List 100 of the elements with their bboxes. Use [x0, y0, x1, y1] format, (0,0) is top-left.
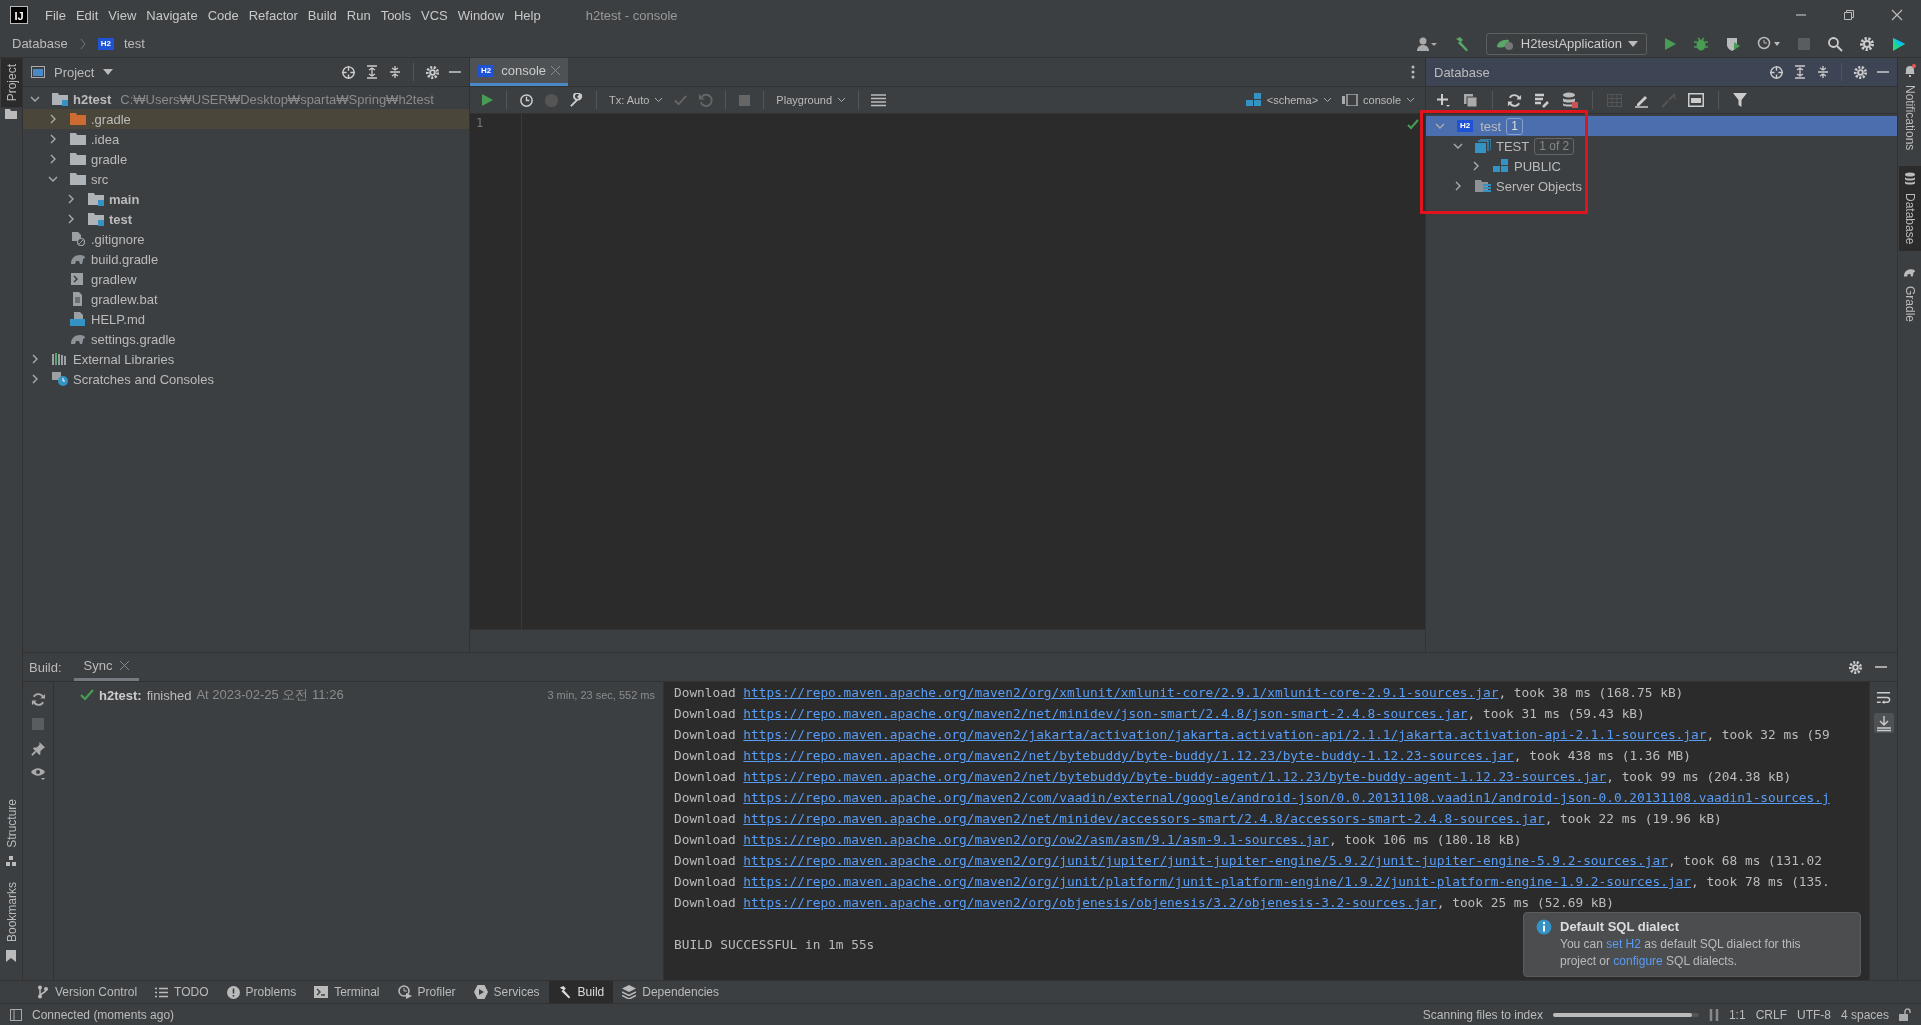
- shield-icon[interactable]: [1725, 35, 1741, 52]
- tool-window-tab[interactable]: TODO: [146, 981, 218, 1003]
- editor-tab[interactable]: H2 console: [470, 58, 569, 86]
- close-icon[interactable]: [1891, 9, 1903, 21]
- download-link[interactable]: https://repo.maven.apache.org/maven2/com/vaadin/external/google/android-json/0.0.20131108.vaadin1/android-json-0.0.20131108.vaadin1-sources.j: [743, 790, 1830, 805]
- tool-window-tab[interactable]: Dependencies: [613, 981, 728, 1003]
- panel-toggle-icon[interactable]: [10, 1008, 22, 1021]
- tree-row[interactable]: gradle: [23, 149, 469, 169]
- download-link[interactable]: https://repo.maven.apache.org/maven2/org/objenesis/objenesis/3.2/objenesis-3.2-sources.jar: [743, 895, 1437, 910]
- indent-setting[interactable]: 4 spaces: [1840, 1007, 1889, 1022]
- tool-window-tab[interactable]: Database: [1898, 166, 1921, 251]
- database-icon[interactable]: [1562, 92, 1578, 108]
- pause-icon[interactable]: [1708, 1008, 1719, 1021]
- tree-row[interactable]: build.gradle: [23, 249, 469, 269]
- tool-window-tab[interactable]: Project: [0, 58, 22, 108]
- tree-row[interactable]: gradlew.bat: [23, 289, 469, 309]
- tool-window-tab[interactable]: Gradle: [1898, 260, 1921, 328]
- tree-row[interactable]: .gitignore: [23, 229, 469, 249]
- filter-icon[interactable]: [1733, 93, 1747, 107]
- menu-item[interactable]: Navigate: [141, 3, 203, 27]
- crosshair-icon[interactable]: [341, 64, 356, 80]
- tree-row[interactable]: gradlew: [23, 269, 469, 289]
- caret-position[interactable]: 1:1: [1728, 1007, 1746, 1022]
- menu-item[interactable]: Edit: [70, 3, 104, 27]
- table-icon[interactable]: [871, 93, 886, 107]
- tree-row[interactable]: h2test C:₩Users₩USER₩Desktop₩sparta₩Spring₩h2test: [23, 89, 469, 109]
- settings-icon[interactable]: [425, 64, 440, 80]
- menu-item[interactable]: Run: [341, 3, 376, 27]
- schema-dropdown[interactable]: <schema>: [1245, 93, 1333, 107]
- panel-tab[interactable]: Sync: [73, 653, 140, 681]
- tree-row[interactable]: src: [23, 169, 469, 189]
- notification-link[interactable]: set H2: [1606, 937, 1641, 951]
- tree-row[interactable]: .idea: [23, 129, 469, 149]
- search-icon[interactable]: [1827, 35, 1843, 52]
- download-link[interactable]: https://repo.maven.apache.org/maven2/org/xmlunit/xmlunit-core/2.9.1/xmlunit-core-2.9.1-sources.jar: [743, 685, 1499, 700]
- tool-window-tab[interactable]: Structure: [0, 793, 22, 854]
- collapse-all-icon[interactable]: [388, 65, 402, 79]
- profiler-icon[interactable]: [1757, 35, 1781, 52]
- bug-icon[interactable]: [1693, 35, 1709, 52]
- tree-row[interactable]: .gradle: [23, 109, 469, 129]
- download-link[interactable]: https://repo.maven.apache.org/maven2/org/junit/platform/junit-platform-engine/1.9.2/junit-platform-engine-1.9.2-sources.jar: [743, 874, 1691, 889]
- tree-row[interactable]: HELP.md: [23, 309, 469, 329]
- download-link[interactable]: https://repo.maven.apache.org/maven2/net/bytebuddy/byte-buddy/1.12.23/byte-buddy-1.12.23-sources.jar: [743, 748, 1514, 763]
- download-link[interactable]: https://repo.maven.apache.org/maven2/net/bytebuddy/byte-buddy-agent/1.12.23/byte-buddy-agent-1.12.23-sources.jar: [743, 769, 1607, 784]
- menu-item[interactable]: Help: [508, 3, 546, 27]
- tree-row[interactable]: main: [23, 189, 469, 209]
- line-separator[interactable]: CRLF: [1755, 1007, 1787, 1022]
- scroll-to-end-icon[interactable]: [1873, 713, 1894, 733]
- expand-all-icon[interactable]: [1793, 65, 1807, 79]
- tool-window-tab[interactable]: Notifications: [1898, 58, 1921, 157]
- close-icon[interactable]: [120, 661, 130, 670]
- soft-wrap-icon[interactable]: [1876, 690, 1891, 705]
- run-icon[interactable]: [480, 93, 494, 107]
- breadcrumb-item[interactable]: Database: [12, 36, 68, 51]
- refresh-icon[interactable]: [30, 692, 46, 707]
- user-icon[interactable]: [1415, 35, 1438, 52]
- unlock-icon[interactable]: [1899, 1008, 1911, 1021]
- caret-icon[interactable]: [103, 69, 114, 75]
- menu-item[interactable]: Refactor: [243, 3, 303, 27]
- transaction-mode-dropdown[interactable]: Tx: Auto: [609, 94, 664, 106]
- tree-row[interactable]: test: [23, 209, 469, 229]
- refresh-icon[interactable]: [1507, 92, 1522, 108]
- tree-row[interactable]: Server Objects: [1426, 176, 1897, 196]
- menu-item[interactable]: Tools: [375, 3, 416, 27]
- run-icon[interactable]: [1663, 36, 1677, 51]
- database-settings-icon[interactable]: [1534, 92, 1550, 108]
- expand-all-icon[interactable]: [365, 65, 379, 79]
- restore-icon[interactable]: [1843, 9, 1855, 21]
- tree-row[interactable]: Scratches and Consoles: [23, 369, 469, 389]
- breadcrumb-item[interactable]: test: [123, 36, 145, 51]
- check-icon[interactable]: [673, 92, 689, 108]
- tool-window-tab[interactable]: Terminal: [305, 981, 389, 1003]
- tree-row[interactable]: TEST 1 of 2: [1426, 136, 1897, 156]
- crosshair-icon[interactable]: [1769, 64, 1784, 80]
- notification-link[interactable]: configure: [1613, 954, 1663, 968]
- file-encoding[interactable]: UTF-8: [1796, 1007, 1831, 1022]
- settings-icon[interactable]: [1859, 35, 1875, 52]
- eye-icon[interactable]: [30, 767, 46, 781]
- download-link[interactable]: https://repo.maven.apache.org/maven2/net/minidev/json-smart/2.4.8/json-smart-2.4.8-sources.jar: [743, 706, 1468, 721]
- copy-icon[interactable]: [1463, 92, 1478, 108]
- menu-item[interactable]: File: [40, 3, 71, 27]
- toolbox-logo-icon[interactable]: [1891, 35, 1907, 52]
- menu-item[interactable]: Window: [452, 3, 509, 27]
- query-console-icon[interactable]: [1688, 93, 1704, 107]
- menu-item[interactable]: Code: [202, 3, 244, 27]
- pin-icon[interactable]: [30, 741, 46, 756]
- menu-item[interactable]: View: [103, 3, 142, 27]
- tool-window-tab[interactable]: Bookmarks: [0, 875, 22, 948]
- mode-dropdown[interactable]: Playground: [776, 94, 846, 106]
- settings-icon[interactable]: [1848, 659, 1863, 675]
- tool-window-tab[interactable]: Services: [464, 981, 549, 1003]
- tool-window-tab[interactable]: Profiler: [388, 981, 465, 1003]
- run-configuration-dropdown[interactable]: H2testApplication: [1485, 32, 1647, 55]
- tree-row[interactable]: PUBLIC: [1426, 156, 1897, 176]
- tree-row[interactable]: H2 test 1: [1426, 116, 1897, 136]
- plus-icon[interactable]: [1436, 92, 1451, 108]
- tree-row[interactable]: settings.gradle: [23, 329, 469, 349]
- tool-window-tab[interactable]: Build: [548, 981, 614, 1003]
- download-link[interactable]: https://repo.maven.apache.org/maven2/jakarta/activation/jakarta.activation-api/2.1.1/jakarta.activation-api-2.1.1-sources.jar: [743, 727, 1707, 742]
- clock-icon[interactable]: [519, 92, 534, 108]
